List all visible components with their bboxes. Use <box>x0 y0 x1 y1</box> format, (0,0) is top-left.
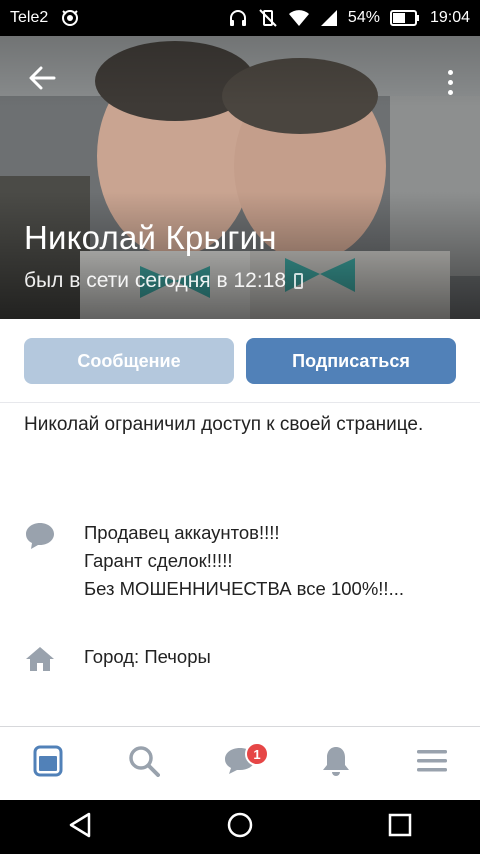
nav-back-button[interactable] <box>50 800 110 854</box>
profile-actions: Сообщение Подписаться <box>24 338 456 384</box>
nav-recents-button[interactable] <box>370 800 430 854</box>
dot <box>447 69 453 75</box>
unread-badge: 1 <box>245 742 269 766</box>
square-recents-icon <box>387 812 413 843</box>
bio-line: Гарант сделок!!!!! <box>84 550 233 571</box>
online-status: был в сети сегодня в 12:18 <box>24 269 304 293</box>
circle-home-icon <box>226 811 254 844</box>
status-bar: Tele2 54% 19:04 <box>0 0 480 36</box>
carrier-label: Tele2 <box>10 9 49 26</box>
bell-icon <box>321 745 351 782</box>
vibrate-muted-icon <box>258 9 278 27</box>
city-text: Город: Печоры <box>84 646 211 667</box>
subscribe-button[interactable]: Подписаться <box>246 338 456 384</box>
arrow-left-icon <box>28 66 56 95</box>
triangle-back-icon <box>67 812 93 843</box>
search-icon <box>128 745 160 782</box>
profile-cover: Николай Крыгин был в сети сегодня в 12:1… <box>0 36 480 319</box>
tab-news[interactable] <box>0 727 96 800</box>
dot <box>447 79 453 85</box>
headphones-icon <box>228 9 248 27</box>
home-icon <box>24 645 60 678</box>
battery-icon <box>389 10 420 26</box>
last-seen-text: был в сети сегодня в 12:18 <box>24 269 287 292</box>
city-row: Город: Печоры <box>24 643 211 678</box>
clock: 19:04 <box>429 9 470 26</box>
bio-line: Продавец аккаунтов!!!! <box>84 522 280 543</box>
dot <box>447 89 453 95</box>
bio-row: Продавец аккаунтов!!!! Гарант сделок!!!!… <box>24 519 404 603</box>
nav-home-button[interactable] <box>210 800 270 854</box>
divider <box>0 402 480 403</box>
signal-icon <box>320 9 338 27</box>
back-button[interactable] <box>22 60 62 100</box>
wifi-icon <box>288 9 310 27</box>
bio-line: Без МОШЕННИЧЕСТВА все 100%!!... <box>84 578 404 599</box>
tab-bar: 1 <box>0 727 480 800</box>
more-options-button[interactable] <box>438 62 462 102</box>
menu-icon <box>417 749 447 778</box>
restricted-notice: Николай ограничил доступ к своей страниц… <box>24 414 424 435</box>
tab-search[interactable] <box>96 727 192 800</box>
tab-notifications[interactable] <box>288 727 384 800</box>
mobile-phone-icon <box>294 273 304 289</box>
message-button[interactable]: Сообщение <box>24 338 234 384</box>
system-nav-bar <box>0 800 480 854</box>
bio-text: Продавец аккаунтов!!!! Гарант сделок!!!!… <box>84 519 404 603</box>
speech-bubble-icon <box>24 521 60 556</box>
battery-percent: 54% <box>347 9 380 26</box>
profile-name: Николай Крыгин <box>24 219 277 256</box>
location-icon <box>60 8 80 28</box>
tab-menu[interactable] <box>384 727 480 800</box>
news-icon <box>33 745 63 782</box>
tab-messages[interactable]: 1 <box>192 727 288 800</box>
